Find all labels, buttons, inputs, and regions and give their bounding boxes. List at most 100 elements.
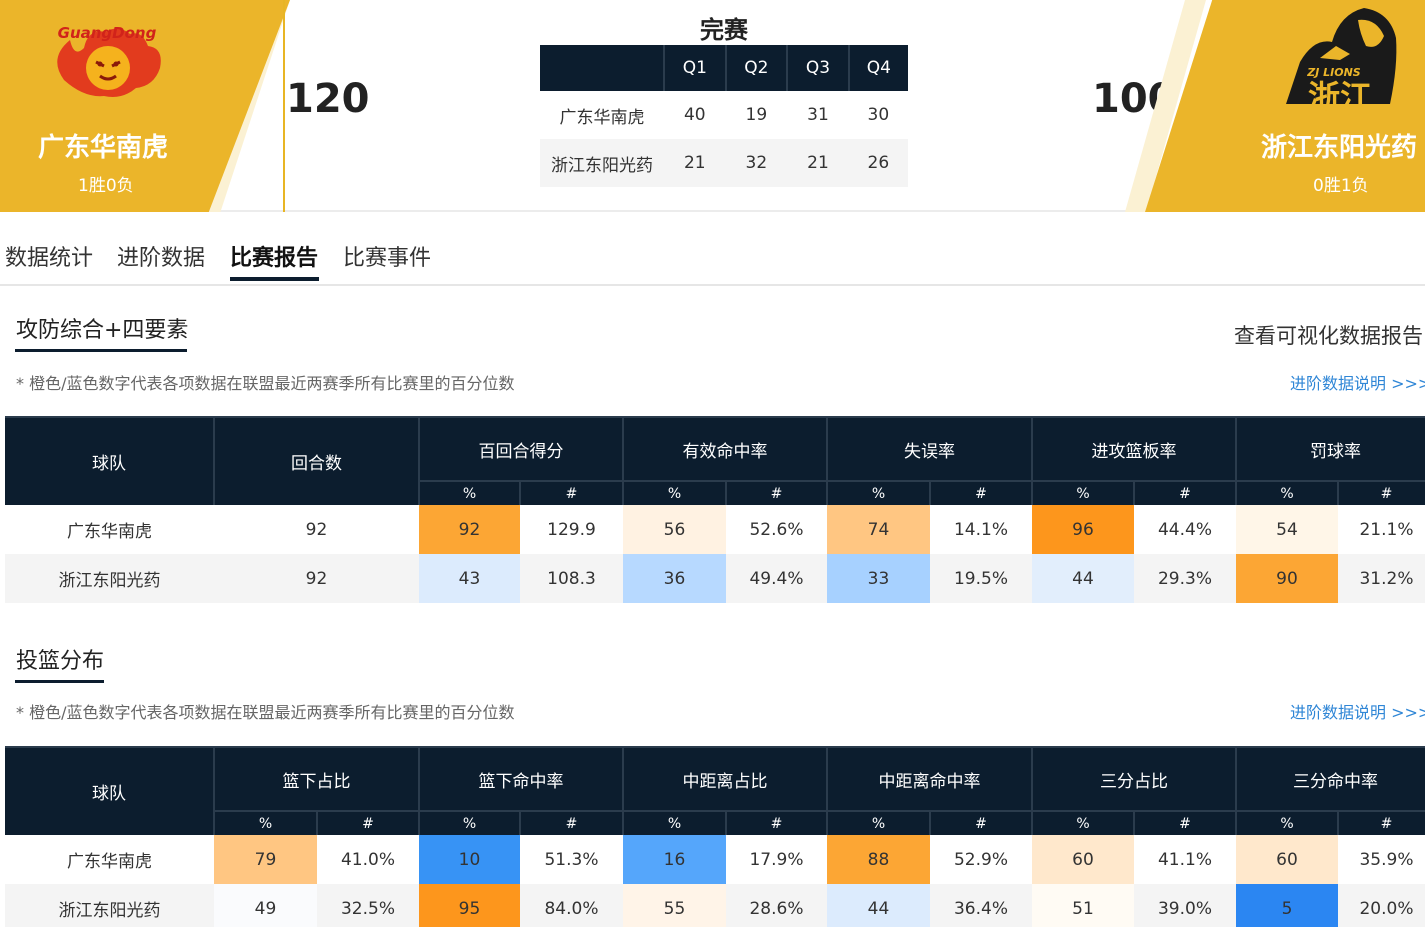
value-cell: 29.3% bbox=[1134, 554, 1236, 603]
col-header-possessions: 回合数 bbox=[214, 416, 420, 505]
tab-advanced[interactable]: 进阶数据 bbox=[117, 240, 205, 272]
col-header-group: 三分命中率 bbox=[1236, 746, 1425, 811]
advanced-data-help-link[interactable]: 进阶数据说明 >>> bbox=[1290, 370, 1425, 394]
col-header-group: 篮下命中率 bbox=[419, 746, 624, 811]
active-tab-indicator bbox=[230, 277, 319, 281]
percentile-cell: 90 bbox=[1236, 554, 1338, 603]
quarter-header-q4: Q4 bbox=[848, 45, 908, 91]
percentile-cell: 55 bbox=[623, 884, 726, 927]
possessions-cell: 92 bbox=[305, 519, 328, 540]
percentile-cell: 51 bbox=[1032, 884, 1134, 927]
quarter-score: 32 bbox=[725, 139, 788, 187]
col-subheader-num: # bbox=[1338, 810, 1425, 835]
table-row: 广东华南虎 79 41.0% 10 51.3% 16 17.9% 88 52.9… bbox=[5, 835, 1425, 884]
table-row: 广东华南虎 92 92 129.9 56 52.6% 74 14.1% 96 4… bbox=[5, 505, 1425, 554]
percentile-cell: 43 bbox=[419, 554, 520, 603]
value-cell: 51.3% bbox=[544, 849, 599, 870]
value-cell: 49.4% bbox=[726, 554, 827, 603]
quarter-score: 31 bbox=[807, 105, 829, 125]
section-title-underline bbox=[15, 349, 187, 352]
percentile-cell: 49 bbox=[214, 884, 317, 927]
value-cell: 31.2% bbox=[1338, 554, 1425, 603]
value-cell: 28.6% bbox=[726, 884, 827, 927]
quarter-score: 21 bbox=[664, 139, 726, 187]
value-cell: 36.4% bbox=[930, 884, 1032, 927]
tab-game-report[interactable]: 比赛报告 bbox=[230, 240, 318, 272]
team-name-cell: 广东华南虎 bbox=[67, 852, 152, 872]
percentile-cell: 10 bbox=[419, 835, 520, 884]
percentile-cell: 5 bbox=[1236, 884, 1338, 927]
quarter-team-name: 浙江东阳光药 bbox=[540, 139, 664, 187]
percentile-cell: 92 bbox=[419, 505, 520, 554]
home-logo-text: GuangDong bbox=[58, 24, 157, 42]
four-factors-table: 球队 回合数 百回合得分 有效命中率 失误率 进攻篮板率 罚球率 % # % #… bbox=[5, 416, 1425, 603]
match-report-page: GuangDong 广东华南虎 1胜0负 120 完赛 Q1 Q2 Q3 Q4 … bbox=[0, 0, 1425, 927]
quarter-header-q2: Q2 bbox=[725, 45, 789, 91]
section-title-four-factors: 攻防综合+四要素 bbox=[16, 318, 189, 343]
quarter-row: 浙江东阳光药 21 32 21 26 bbox=[540, 139, 908, 187]
col-header-team: 球队 bbox=[5, 746, 215, 835]
percentile-note: * 橙色/蓝色数字代表各项数据在联盟最近两赛季所有比赛里的百分位数 bbox=[16, 703, 515, 722]
quarter-score: 19 bbox=[745, 105, 768, 125]
col-subheader-pct: % bbox=[1236, 810, 1339, 835]
away-team-record: 0胜1负 bbox=[1313, 176, 1369, 196]
percentile-cell: 44 bbox=[1032, 554, 1134, 603]
tab-events[interactable]: 比赛事件 bbox=[343, 240, 431, 272]
col-subheader-pct: % bbox=[827, 480, 931, 505]
quarter-score-table: Q1 Q2 Q3 Q4 广东华南虎 40 19 31 30 浙江东阳光药 21 … bbox=[540, 45, 908, 187]
col-subheader-pct: % bbox=[419, 810, 521, 835]
value-cell: 84.0% bbox=[520, 884, 623, 927]
quarter-header-q3: Q3 bbox=[787, 45, 850, 91]
col-header-group: 篮下占比 bbox=[214, 746, 420, 811]
value-cell: 32.5% bbox=[317, 884, 419, 927]
col-subheader-num: # bbox=[726, 810, 828, 835]
home-score-divider bbox=[283, 0, 285, 212]
team-name-cell: 浙江东阳光药 bbox=[5, 554, 214, 603]
col-subheader-num: # bbox=[930, 480, 1033, 505]
col-subheader-pct: % bbox=[623, 480, 727, 505]
percentile-cell: 74 bbox=[827, 505, 930, 554]
home-score: 120 bbox=[286, 76, 370, 122]
col-header-group: 中距离命中率 bbox=[827, 746, 1033, 811]
col-subheader-pct: % bbox=[1236, 480, 1339, 505]
percentile-cell: 33 bbox=[827, 554, 930, 603]
percentile-cell: 36 bbox=[623, 554, 726, 603]
col-subheader-num: # bbox=[1134, 480, 1237, 505]
percentile-cell: 96 bbox=[1032, 505, 1134, 554]
value-cell: 14.1% bbox=[953, 519, 1008, 540]
scoreboard-header: GuangDong 广东华南虎 1胜0负 120 完赛 Q1 Q2 Q3 Q4 … bbox=[0, 0, 1425, 212]
col-header-team: 球队 bbox=[5, 416, 215, 505]
shot-distribution-table: 球队 篮下占比 篮下命中率 中距离占比 中距离命中率 三分占比 三分命中率 % … bbox=[5, 746, 1425, 927]
advanced-data-help-link[interactable]: 进阶数据说明 >>> bbox=[1290, 699, 1425, 723]
value-cell: 44.4% bbox=[1157, 519, 1212, 540]
tab-stats[interactable]: 数据统计 bbox=[5, 240, 93, 272]
percentile-cell: 60 bbox=[1236, 835, 1338, 884]
table-row: 浙江东阳光药 49 32.5% 95 84.0% 55 28.6% 44 36.… bbox=[5, 884, 1425, 927]
tiger-logo-icon: GuangDong bbox=[57, 24, 161, 98]
col-header-group: 有效命中率 bbox=[623, 416, 828, 481]
table-header-row: 球队 回合数 百回合得分 有效命中率 失误率 进攻篮板率 罚球率 bbox=[5, 416, 1425, 505]
quarter-header-team bbox=[540, 45, 665, 91]
quarter-team-name: 广东华南虎 bbox=[559, 107, 645, 128]
value-cell: 39.0% bbox=[1134, 884, 1236, 927]
table-row: 浙江东阳光药 92 43 108.3 36 49.4% 33 19.5% 44 … bbox=[5, 554, 1425, 603]
col-header-group: 百回合得分 bbox=[419, 416, 624, 481]
col-subheader-num: # bbox=[317, 810, 420, 835]
table-subheader-row: % # % # % # % # % # % # bbox=[5, 810, 1425, 835]
col-subheader-pct: % bbox=[1032, 810, 1135, 835]
percentile-cell: 56 bbox=[623, 505, 726, 554]
col-header-group: 中距离占比 bbox=[623, 746, 828, 811]
value-cell: 41.1% bbox=[1157, 849, 1212, 870]
col-subheader-pct: % bbox=[1032, 480, 1135, 505]
away-team-name: 浙江东阳光药 bbox=[1261, 133, 1418, 163]
game-status: 完赛 bbox=[700, 16, 748, 44]
quarter-header-q1: Q1 bbox=[664, 45, 727, 91]
quarter-header-row: Q1 Q2 Q3 Q4 bbox=[540, 45, 908, 91]
value-cell: 41.0% bbox=[340, 849, 395, 870]
percentile-cell: 54 bbox=[1236, 505, 1338, 554]
view-visual-report-link[interactable]: 查看可视化数据报告 bbox=[1234, 320, 1423, 350]
value-cell: 108.3 bbox=[520, 554, 623, 603]
quarter-score: 30 bbox=[867, 105, 890, 125]
col-header-group: 三分占比 bbox=[1032, 746, 1237, 811]
quarter-score: 40 bbox=[683, 105, 706, 125]
